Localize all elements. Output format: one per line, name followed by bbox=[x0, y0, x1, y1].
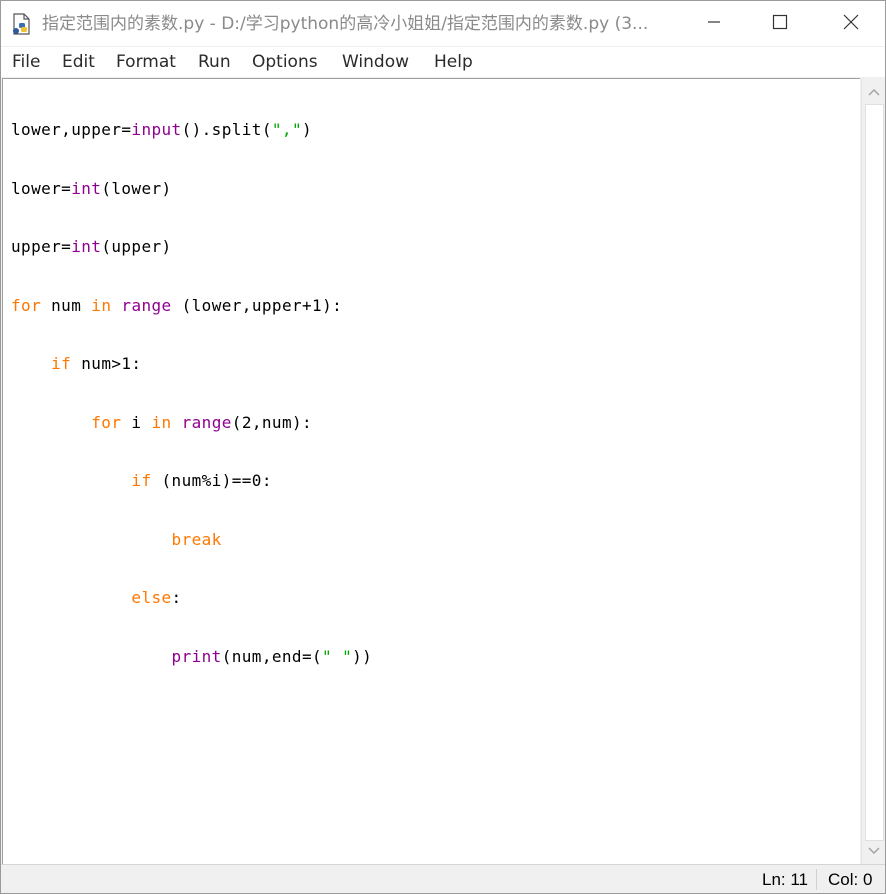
code-token: num bbox=[41, 295, 92, 315]
code-token: if bbox=[131, 471, 152, 490]
maximize-icon bbox=[772, 14, 788, 34]
code-token: i bbox=[121, 412, 152, 432]
code-token: (num%i)==0: bbox=[151, 471, 272, 490]
code-line-7: if (num%i)==0: bbox=[11, 471, 372, 491]
code-editor[interactable]: lower,upper=input().split(",") lower=int… bbox=[2, 78, 860, 864]
maximize-button[interactable] bbox=[750, 1, 810, 46]
idle-editor-window: 指定范围内的素数.py - D:/学习python的高冷小姐姐/指定范围内的素数… bbox=[0, 0, 886, 894]
scroll-up-icon[interactable] bbox=[866, 84, 882, 100]
code-line-4: for num in range (lower,upper+1): bbox=[11, 296, 372, 316]
code-token: range bbox=[121, 295, 172, 315]
code-token: print bbox=[171, 646, 222, 666]
code-token: for bbox=[91, 412, 122, 432]
status-line-number: Ln: 11 bbox=[762, 870, 809, 889]
code-token: (lower) bbox=[101, 178, 172, 198]
code-line-10: print(num,end=(" ")) bbox=[11, 647, 372, 667]
vertical-scrollbar[interactable] bbox=[861, 78, 885, 863]
code-token: ().split( bbox=[181, 120, 272, 139]
minimize-icon bbox=[707, 14, 721, 33]
menu-run[interactable]: Run bbox=[198, 51, 231, 73]
code-token: in bbox=[151, 412, 172, 432]
python-file-icon bbox=[12, 13, 32, 35]
status-divider bbox=[816, 869, 817, 890]
code-token: " " bbox=[322, 646, 353, 666]
code-token: int bbox=[71, 237, 102, 256]
status-column-number: Col: 0 bbox=[828, 870, 873, 889]
code-token: (num,end=( bbox=[221, 646, 323, 666]
title-bar[interactable]: 指定范围内的素数.py - D:/学习python的高冷小姐姐/指定范围内的素数… bbox=[1, 1, 885, 46]
code-token: ) bbox=[301, 120, 313, 139]
status-bar: Ln: 11 Col: 0 bbox=[1, 864, 885, 893]
menu-help[interactable]: Help bbox=[434, 51, 473, 73]
code-token: (lower,upper+1): bbox=[171, 295, 343, 315]
code-token: int bbox=[71, 178, 102, 198]
code-token: )) bbox=[352, 646, 373, 666]
code-token: for bbox=[11, 295, 42, 315]
code-token: else bbox=[131, 588, 172, 607]
code-line-1: lower,upper=input().split(",") bbox=[11, 120, 372, 140]
code-token: if bbox=[51, 354, 72, 373]
close-button[interactable] bbox=[821, 1, 881, 46]
code-token: in bbox=[91, 295, 112, 315]
code-token: lower= bbox=[11, 178, 72, 198]
menu-file[interactable]: File bbox=[12, 51, 40, 73]
code-text[interactable]: lower,upper=input().split(",") lower=int… bbox=[11, 81, 372, 705]
code-token: "," bbox=[271, 120, 302, 139]
code-line-2: lower=int(lower) bbox=[11, 179, 372, 199]
code-token: : bbox=[171, 588, 182, 607]
minimize-button[interactable] bbox=[684, 1, 744, 46]
menu-bar: File Edit Format Run Options Window Help bbox=[1, 47, 885, 77]
menu-window[interactable]: Window bbox=[342, 51, 409, 73]
code-token: input bbox=[131, 120, 182, 139]
menu-edit[interactable]: Edit bbox=[62, 51, 95, 73]
menu-format[interactable]: Format bbox=[116, 51, 176, 73]
code-token: (2,num): bbox=[231, 412, 313, 432]
code-token: upper= bbox=[11, 237, 72, 256]
code-token: break bbox=[171, 529, 222, 549]
code-line-6: for i in range(2,num): bbox=[11, 413, 372, 433]
scroll-thumb[interactable] bbox=[865, 104, 884, 841]
menu-options[interactable]: Options bbox=[252, 51, 318, 73]
window-title: 指定范围内的素数.py - D:/学习python的高冷小姐姐/指定范围内的素数… bbox=[42, 14, 649, 34]
code-token: (upper) bbox=[101, 237, 172, 256]
code-token: range bbox=[181, 412, 232, 432]
code-line-5: if num>1: bbox=[11, 354, 372, 374]
code-token: num>1: bbox=[71, 354, 142, 373]
code-line-3: upper=int(upper) bbox=[11, 237, 372, 257]
code-line-9: else: bbox=[11, 588, 372, 608]
code-line-8: break bbox=[11, 530, 372, 550]
scroll-down-icon[interactable] bbox=[866, 843, 882, 859]
code-token: lower,upper= bbox=[11, 120, 132, 139]
close-icon bbox=[843, 14, 859, 34]
